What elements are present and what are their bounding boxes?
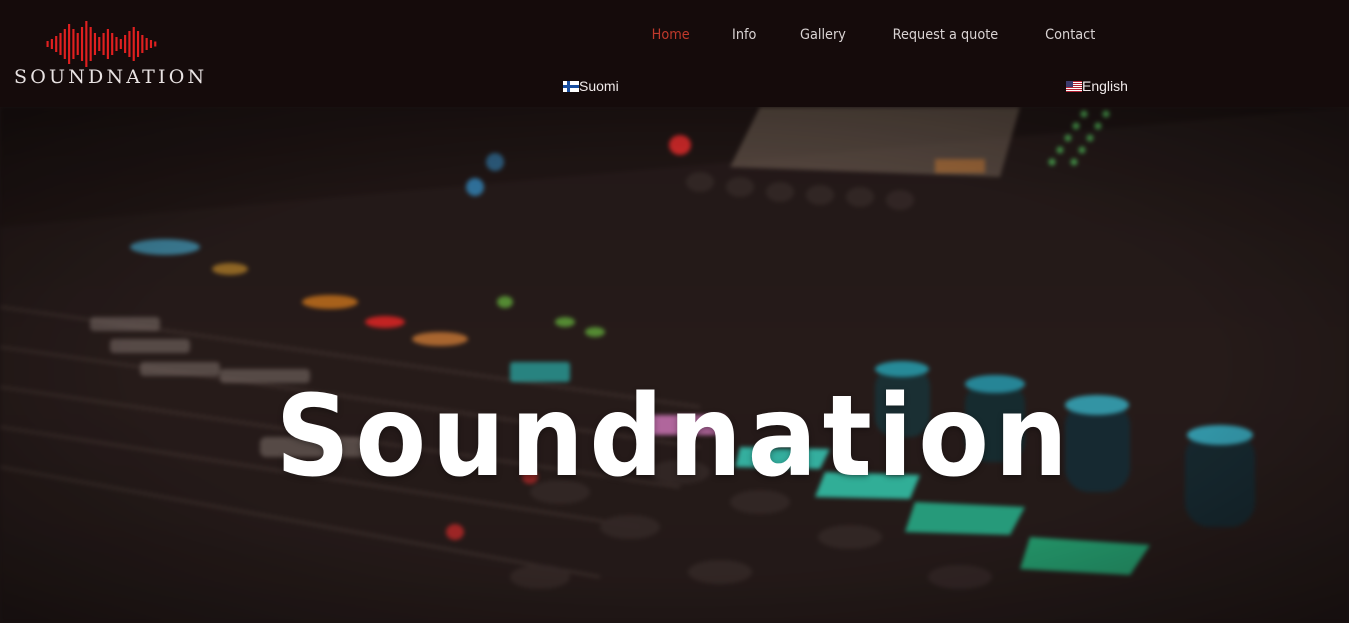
site-header: SOUNDNATION Home Info Gallery Request a …	[0, 0, 1349, 107]
nav-home[interactable]: Home	[633, 24, 708, 46]
nav-request-quote[interactable]: Request a quote	[874, 24, 1016, 46]
nav-info[interactable]: Info	[714, 24, 775, 46]
language-english[interactable]: English	[1066, 78, 1128, 94]
nav-gallery[interactable]: Gallery	[781, 24, 864, 46]
mixing-console-image	[0, 107, 1349, 623]
site-logo[interactable]: SOUNDNATION	[14, 20, 204, 90]
finland-flag-icon	[563, 80, 579, 92]
language-suomi-label: Suomi	[579, 78, 619, 94]
logo-text: SOUNDNATION	[14, 66, 208, 88]
language-suomi[interactable]: Suomi	[563, 78, 619, 94]
hero-title: Soundnation	[275, 372, 1074, 503]
nav-contact[interactable]: Contact	[1026, 24, 1113, 46]
us-flag-icon	[1066, 80, 1082, 92]
hero-section: Soundnation	[0, 107, 1349, 623]
main-nav: Home Info Gallery Request a quote Contac…	[630, 24, 1117, 46]
soundwave-icon	[46, 21, 157, 67]
language-english-label: English	[1082, 78, 1128, 94]
